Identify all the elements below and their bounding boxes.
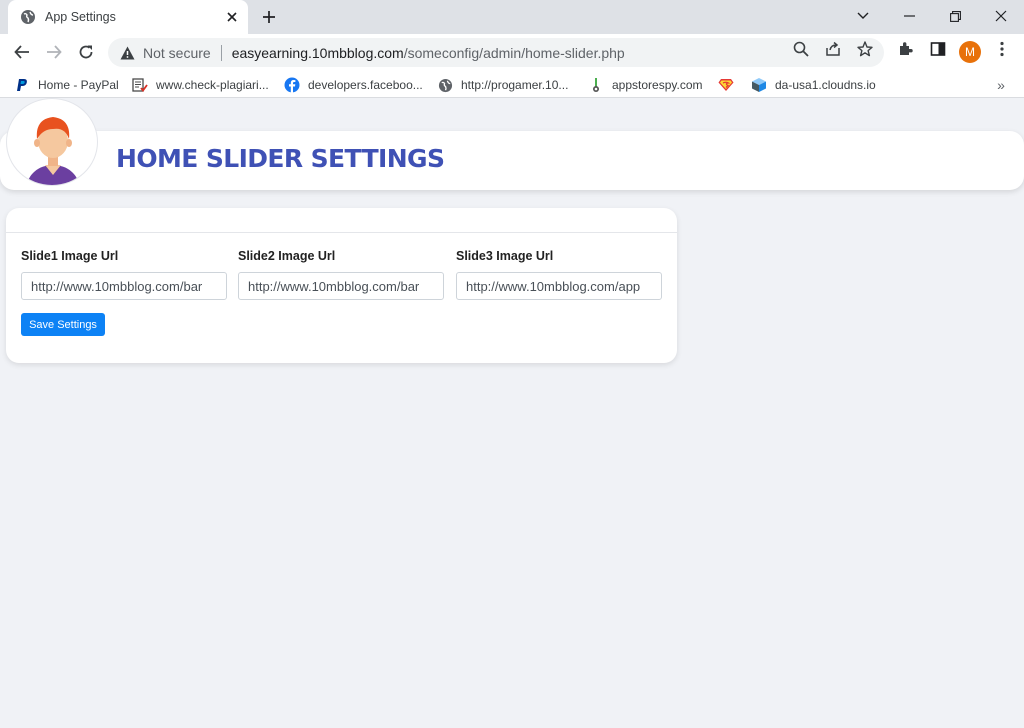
bookmark-label: www.check-plagiari... <box>156 78 269 92</box>
browser-toolbar: Not secure easyearning.10mbblog.com/some… <box>0 34 1024 71</box>
tab-strip: App Settings <box>0 0 1024 34</box>
bookmark-item[interactable] <box>718 75 742 95</box>
share-icon[interactable] <box>824 40 842 58</box>
slide3-label: Slide3 Image Url <box>456 249 554 263</box>
paypal-icon <box>14 77 30 93</box>
cube-icon <box>751 77 767 93</box>
security-status: Not secure <box>143 44 211 61</box>
bookmark-item[interactable]: http://progamer.10... <box>437 75 568 95</box>
save-settings-button[interactable]: Save Settings <box>21 313 105 336</box>
facebook-icon <box>284 77 300 93</box>
reload-icon[interactable] <box>73 39 99 65</box>
new-tab-button[interactable] <box>258 6 280 28</box>
close-tab-icon[interactable] <box>222 7 242 27</box>
profile-avatar[interactable]: M <box>959 41 981 63</box>
document-icon <box>132 77 148 93</box>
warning-icon[interactable] <box>119 45 135 61</box>
slider-settings-card: Slide1 Image Url Slide2 Image Url Slide3… <box>6 208 677 363</box>
bookmark-item[interactable]: developers.faceboo... <box>284 75 423 95</box>
minimize-window-icon[interactable] <box>894 4 924 28</box>
card-divider <box>6 232 677 233</box>
globe-icon <box>20 9 36 25</box>
slide2-label: Slide2 Image Url <box>238 249 336 263</box>
browser-tab[interactable]: App Settings <box>8 0 248 34</box>
restore-window-icon[interactable] <box>940 4 970 28</box>
user-avatar <box>6 98 98 186</box>
forward-arrow-icon[interactable] <box>41 39 67 65</box>
slide1-url-input[interactable] <box>21 272 227 300</box>
person-avatar-icon <box>27 117 79 185</box>
bookmark-label: http://progamer.10... <box>461 78 569 92</box>
bookmark-label: appstorespy.com <box>612 78 703 92</box>
slide2-url-input[interactable] <box>238 272 444 300</box>
side-panel-icon[interactable] <box>929 40 947 58</box>
bookmarks-bar: Home - PayPal www.check-plagiari... deve… <box>0 71 1024 98</box>
bookmark-star-icon[interactable] <box>856 40 874 58</box>
menu-kebab-icon[interactable] <box>993 40 1011 58</box>
url-host: easyearning.10mbblog.com <box>231 44 404 61</box>
bookmark-label: da-usa1.cloudns.io <box>775 78 876 92</box>
url-separator <box>220 44 222 61</box>
bookmark-label: Home - PayPal <box>38 78 119 92</box>
back-arrow-icon[interactable] <box>9 39 35 65</box>
url-path: /someconfig/admin/home-slider.php <box>403 44 625 61</box>
spy-icon <box>588 77 604 93</box>
zoom-search-icon[interactable] <box>792 40 810 58</box>
address-bar[interactable]: Not secure easyearning.10mbblog.com/some… <box>108 38 884 67</box>
tab-search-chevron-icon[interactable] <box>848 4 878 28</box>
slide3-url-input[interactable] <box>456 272 662 300</box>
globe-icon <box>437 77 453 93</box>
page-title: HOME SLIDER SETTINGS <box>116 144 445 173</box>
superman-icon <box>718 77 734 93</box>
extensions-puzzle-icon[interactable] <box>897 40 915 58</box>
slide1-label: Slide1 Image Url <box>21 249 119 263</box>
bookmark-label: developers.faceboo... <box>308 78 423 92</box>
bookmark-item[interactable]: Home - PayPal <box>14 75 119 95</box>
url-text[interactable]: easyearning.10mbblog.com/someconfig/admi… <box>232 45 625 61</box>
bookmark-item[interactable]: da-usa1.cloudns.io <box>751 75 876 95</box>
bookmark-item[interactable]: www.check-plagiari... <box>132 75 269 95</box>
tab-title: App Settings <box>45 10 116 24</box>
bookmark-item[interactable]: appstorespy.com <box>588 75 703 95</box>
close-window-icon[interactable] <box>986 4 1016 28</box>
bookmarks-overflow-icon[interactable]: » <box>992 75 1010 95</box>
